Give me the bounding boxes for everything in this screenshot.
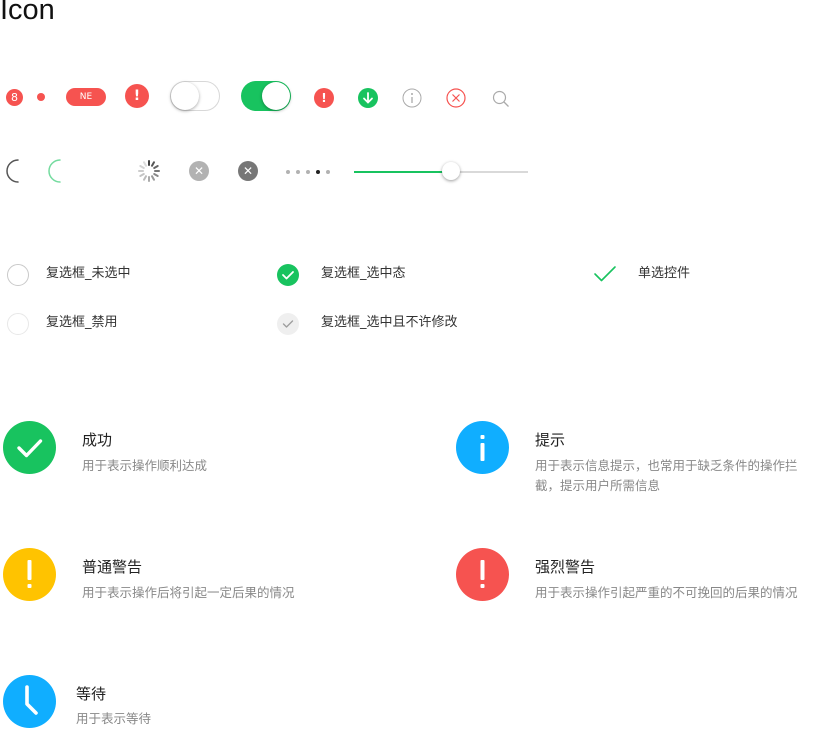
radio-label: 单选控件 — [638, 266, 691, 281]
clock-icon — [3, 675, 56, 728]
page-dot-active[interactable] — [316, 170, 320, 174]
checkbox-checked[interactable] — [277, 264, 299, 286]
slider-fill — [354, 171, 451, 173]
loading-ticks-icon — [138, 160, 160, 182]
checkbox-disabled-label: 复选框_禁用 — [46, 315, 118, 330]
warning-title: 普通警告 — [82, 558, 143, 576]
page-title: Icon — [0, 0, 55, 26]
text-badge: NE — [66, 88, 106, 106]
success-title: 成功 — [82, 431, 113, 449]
info-title: 提示 — [535, 431, 566, 449]
waiting-title: 等待 — [76, 685, 107, 703]
switch-knob — [171, 82, 199, 110]
clear-dark-icon[interactable]: ✕ — [238, 161, 258, 181]
warn-exclamation-icon: ! — [125, 84, 149, 108]
download-icon[interactable] — [358, 88, 378, 108]
switch-knob — [262, 82, 290, 110]
checkbox-checked-locked-label: 复选框_选中且不许修改 — [321, 315, 458, 330]
page-dot[interactable] — [286, 170, 290, 174]
page-dot[interactable] — [306, 170, 310, 174]
success-description: 用于表示操作顺利达成 — [82, 458, 208, 473]
check-icon — [282, 320, 294, 328]
loading-spinner-icon — [6, 159, 19, 183]
check-icon — [282, 271, 294, 280]
checkbox-unchecked[interactable] — [7, 264, 29, 286]
checkbox-disabled — [7, 313, 29, 335]
cancel-outline-icon[interactable] — [446, 88, 466, 108]
switch-off[interactable] — [170, 81, 220, 111]
slider-handle[interactable] — [442, 162, 460, 180]
checkbox-unchecked-label: 复选框_未选中 — [46, 266, 131, 281]
danger-title: 强烈警告 — [535, 558, 596, 576]
red-dot-badge — [37, 93, 45, 101]
danger-description: 用于表示操作引起严重的不可挽回的后果的情况 — [535, 585, 798, 600]
error-small-icon: ! — [314, 88, 334, 108]
waiting-description: 用于表示等待 — [76, 711, 152, 726]
danger-icon — [456, 548, 509, 601]
info-description-line1: 用于表示信息提示，也常用于缺乏条件的操作拦 — [535, 458, 798, 473]
info-outline-icon[interactable] — [402, 88, 422, 108]
switch-on[interactable] — [241, 81, 291, 111]
page-dot[interactable] — [296, 170, 300, 174]
page-dot[interactable] — [326, 170, 330, 174]
clear-light-icon[interactable]: ✕ — [189, 161, 209, 181]
info-description-line2: 截，提示用户所需信息 — [535, 478, 661, 493]
warning-icon — [3, 548, 56, 601]
checkbox-checked-label: 复选框_选中态 — [321, 266, 406, 281]
info-icon — [456, 421, 509, 474]
radio-check-icon[interactable] — [593, 264, 617, 284]
search-icon[interactable] — [491, 89, 511, 109]
number-badge: 8 — [6, 89, 23, 106]
success-icon — [3, 421, 56, 474]
warning-description: 用于表示操作后将引起一定后果的情况 — [82, 585, 295, 600]
checkbox-checked-locked — [277, 313, 299, 335]
loading-green-icon — [48, 159, 61, 183]
